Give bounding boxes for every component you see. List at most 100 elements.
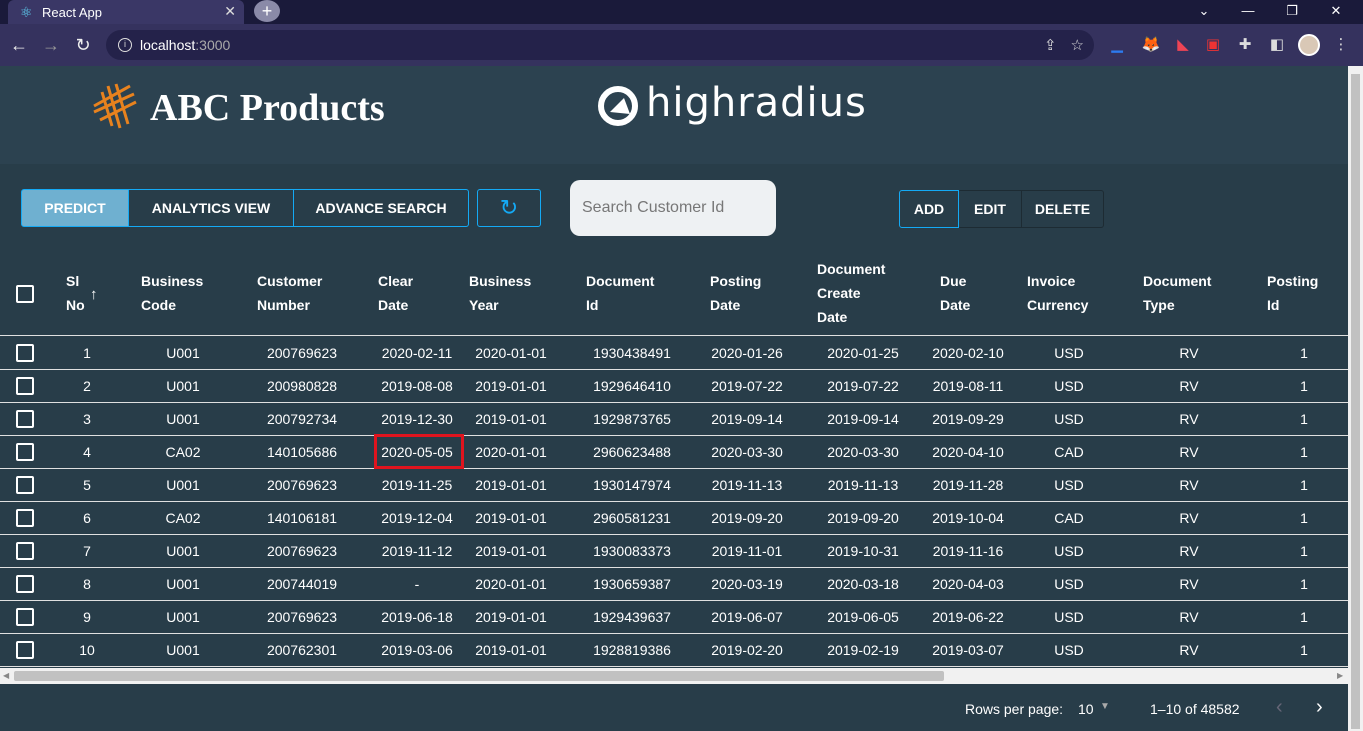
tab-title: React App	[42, 4, 102, 20]
scroll-right-icon[interactable]: ▶	[1337, 671, 1343, 680]
analytics-view-button[interactable]: ANALYTICS VIEW	[129, 189, 294, 227]
previous-page-icon[interactable]: ‹	[1276, 696, 1283, 719]
column-header-text: No	[66, 297, 85, 313]
cell-business-year: 2019-01-01	[475, 411, 547, 427]
cell-document-type: RV	[1179, 345, 1199, 361]
add-button[interactable]: ADD	[899, 190, 959, 228]
cell-business-code: U001	[166, 642, 200, 658]
side-panel-icon[interactable]: ◧	[1266, 34, 1288, 56]
react-favicon-icon: ⚛	[20, 4, 33, 20]
column-header-document-create-date[interactable]: Document Create Date	[817, 250, 885, 336]
table-row[interactable]: 9 U001 200769623 2019-06-18 2019-01-01 192943…	[0, 601, 1348, 634]
cell-document-create-date: 2020-03-30	[827, 444, 899, 460]
cell-document-id: 2960623488	[593, 444, 671, 460]
table-row[interactable]: 5 U001 200769623 2019-11-25 2019-01-01 193014…	[0, 469, 1348, 502]
column-header-text: Id	[586, 297, 599, 313]
edit-button[interactable]: EDIT	[959, 190, 1022, 228]
cell-document-type: RV	[1179, 576, 1199, 592]
tab-search-icon[interactable]: ⌄	[1182, 0, 1226, 24]
horizontal-scrollbar[interactable]: ◀ ▶	[0, 668, 1348, 684]
cell-business-year: 2019-01-01	[475, 642, 547, 658]
rows-per-page-select[interactable]: 10	[1078, 701, 1094, 717]
table-row[interactable]: 7 U001 200769623 2019-11-12 2019-01-01 193008…	[0, 535, 1348, 568]
crud-actions: ADD EDIT DELETE	[899, 190, 1104, 228]
browser-toolbar: ← → ↻ i localhost:3000 ⇪ ☆ ▁ 🦊 ◣ ▣ ✚ ◧ ⋮	[0, 24, 1363, 66]
extension-icon[interactable]: ▁	[1106, 34, 1128, 56]
cell-posting-date: 2019-09-14	[711, 411, 783, 427]
cell-invoice-currency: CAD	[1054, 444, 1084, 460]
table-row[interactable]: 10 U001 200762301 2019-03-06 2019-01-01 19288…	[0, 634, 1348, 667]
cell-business-year: 2020-01-01	[475, 345, 547, 361]
column-header-business-code[interactable]: Business Code	[141, 250, 203, 336]
metamask-icon[interactable]: 🦊	[1140, 34, 1162, 56]
sort-ascending-icon[interactable]: ↑	[90, 286, 98, 303]
browser-menu-icon[interactable]: ⋮	[1330, 34, 1352, 56]
search-customer-input[interactable]: Search Customer Id	[570, 180, 776, 236]
refresh-button[interactable]: ↻	[477, 189, 541, 227]
forward-icon[interactable]: →	[38, 32, 64, 58]
column-header-posting-id[interactable]: Posting Id	[1267, 250, 1318, 336]
vertical-scrollbar[interactable]	[1348, 66, 1363, 731]
close-window-button[interactable]: ✕	[1314, 0, 1358, 24]
column-header-sl-no[interactable]: Sl No	[66, 250, 85, 336]
reload-icon[interactable]: ↻	[70, 32, 96, 58]
extension-icon[interactable]: ▣	[1202, 34, 1224, 56]
column-header-customer-number[interactable]: Customer Number	[257, 250, 322, 336]
page-range: 1–10 of 48582	[1150, 701, 1240, 717]
column-header-invoice-currency[interactable]: Invoice Currency	[1027, 250, 1088, 336]
column-header-posting-date[interactable]: Posting Date	[710, 250, 761, 336]
restore-button[interactable]: ❐	[1270, 0, 1314, 24]
next-page-icon[interactable]: ›	[1316, 696, 1323, 719]
table-row[interactable]: 1 U001 200769623 2020-02-11 2020-01-01 193043…	[0, 337, 1348, 370]
predict-button[interactable]: PREDICT	[21, 189, 129, 227]
cell-business-code: U001	[166, 609, 200, 625]
select-all-checkbox[interactable]	[16, 285, 34, 303]
column-header-business-year[interactable]: Business Year	[469, 250, 531, 336]
cell-posting-id: 1	[1300, 345, 1308, 361]
cell-customer-number: 200762301	[266, 642, 338, 658]
cell-business-code: CA02	[165, 444, 201, 460]
cell-posting-date: 2019-11-13	[711, 477, 783, 493]
vertical-scroll-thumb[interactable]	[1351, 74, 1360, 729]
cell-document-id: 1928819386	[593, 642, 671, 658]
cell-posting-id: 1	[1300, 477, 1308, 493]
cell-business-code: U001	[166, 411, 200, 427]
delete-button[interactable]: DELETE	[1022, 190, 1104, 228]
table-row[interactable]: 8 U001 200744019-2020-01-01 1930659387 2020-…	[0, 568, 1348, 601]
table-row[interactable]: 6 CA02 140106181 2019-12-04 2019-01-01 296058…	[0, 502, 1348, 535]
table-row[interactable]: 4 CA02 140105686 2020-05-05 2020-01-01 296062…	[0, 436, 1348, 469]
column-header-text: Number	[257, 297, 310, 313]
cell-posting-date: 2020-01-26	[711, 345, 783, 361]
cell-document-create-date: 2019-09-20	[827, 510, 899, 526]
cell-business-year: 2019-01-01	[475, 477, 547, 493]
close-tab-icon[interactable]: ✕	[224, 3, 236, 20]
cell-document-create-date: 2019-07-22	[827, 378, 899, 394]
cell-document-create-date: 2019-11-13	[827, 477, 899, 493]
bookmark-star-icon[interactable]: ☆	[1071, 36, 1084, 54]
advance-search-button[interactable]: ADVANCE SEARCH	[294, 189, 469, 227]
minimize-button[interactable]: —	[1226, 0, 1270, 24]
table-row[interactable]: 2 U001 200980828 2019-08-08 2019-01-01 192964…	[0, 370, 1348, 403]
column-header-text: Code	[141, 297, 176, 313]
extension-icon[interactable]: ◣	[1172, 34, 1194, 56]
browser-tab[interactable]: ⚛ React App ✕	[8, 0, 244, 24]
column-header-text: Due	[940, 273, 967, 289]
column-header-due-date[interactable]: Due Date	[940, 250, 970, 336]
new-tab-button[interactable]: +	[254, 0, 280, 22]
profile-avatar[interactable]	[1298, 34, 1320, 56]
column-header-clear-date[interactable]: Clear Date	[378, 250, 413, 336]
horizontal-scroll-thumb[interactable]	[14, 671, 944, 681]
site-info-icon[interactable]: i	[118, 38, 132, 52]
url-port: :3000	[195, 37, 231, 53]
table-row[interactable]: 3 U001 200792734 2019-12-30 2019-01-01 192987…	[0, 403, 1348, 436]
back-icon[interactable]: ←	[6, 32, 32, 58]
browser-tabstrip: ⚛ React App ✕ + ⌄ — ❐ ✕	[0, 0, 1363, 24]
share-icon[interactable]: ⇪	[1044, 36, 1057, 54]
address-input[interactable]: i localhost:3000 ⇪ ☆	[106, 30, 1094, 60]
cell-business-year: 2019-01-01	[475, 510, 547, 526]
extensions-puzzle-icon[interactable]: ✚	[1234, 34, 1256, 56]
dropdown-caret-icon[interactable]: ▼	[1100, 701, 1110, 712]
scroll-left-icon[interactable]: ◀	[3, 671, 9, 680]
column-header-document-type[interactable]: Document Type	[1143, 250, 1211, 336]
column-header-document-id[interactable]: Document Id	[586, 250, 654, 336]
